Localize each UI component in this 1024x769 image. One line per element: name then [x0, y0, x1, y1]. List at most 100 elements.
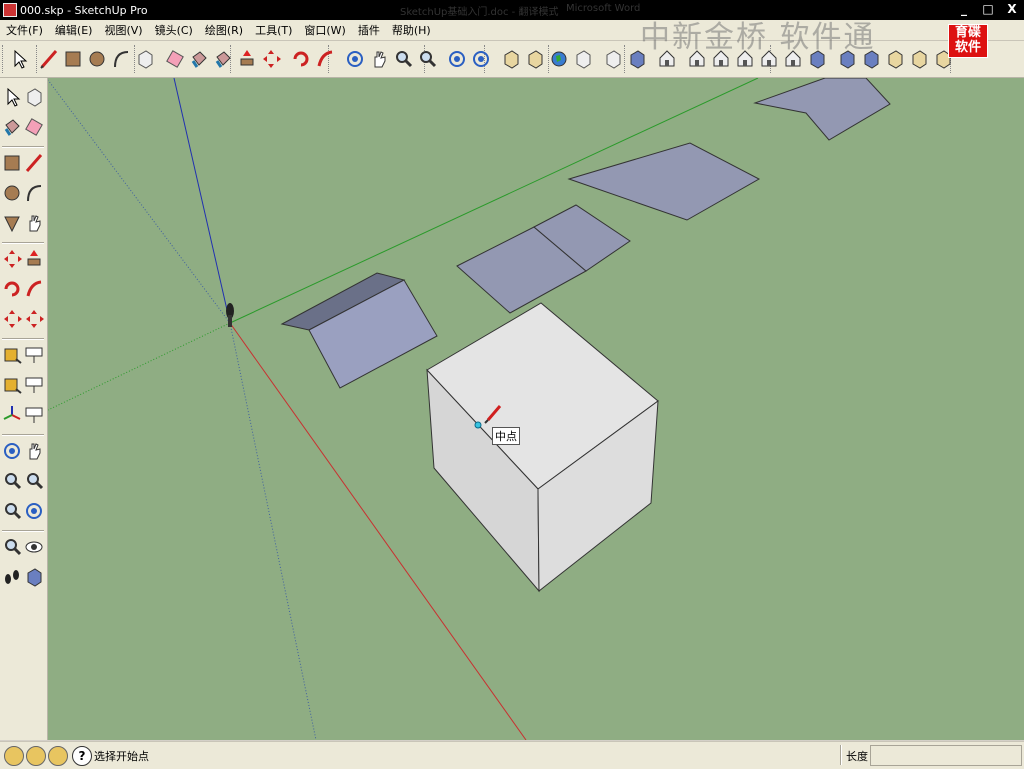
zoom-extents-icon[interactable]: [1, 498, 23, 524]
quad-face[interactable]: [567, 142, 761, 221]
menu-help[interactable]: 帮助(H): [386, 22, 437, 38]
z-axis-solid: [173, 78, 231, 324]
pan-icon[interactable]: [23, 438, 45, 464]
next-view-icon[interactable]: [470, 47, 492, 71]
freehand-icon[interactable]: [23, 210, 45, 236]
window-title: 000.skp - SketchUp Pro: [20, 3, 148, 17]
eraser-icon[interactable]: [23, 114, 45, 140]
scene-canvas[interactable]: [48, 78, 1024, 740]
watermark-text: 中新金桥 软件通: [640, 20, 876, 55]
move-icon[interactable]: [1, 246, 23, 272]
section-plane-icon[interactable]: [23, 564, 45, 590]
look-around-icon[interactable]: [23, 534, 45, 560]
close-button[interactable]: X: [1000, 0, 1024, 20]
status-hint: 选择开始点: [94, 750, 149, 763]
push-pull-icon[interactable]: [23, 246, 45, 272]
pentagon-face[interactable]: [753, 78, 891, 141]
paint-bucket-alt-icon[interactable]: [212, 47, 234, 71]
watermark-logo: 育碟软件: [948, 24, 988, 58]
make-component-icon[interactable]: [23, 84, 45, 110]
menu-tools[interactable]: 工具(T): [249, 22, 298, 38]
large-tool-set-toolbar: [0, 78, 48, 740]
menu-window[interactable]: 窗口(W): [298, 22, 351, 38]
menu-plugins[interactable]: 插件: [352, 22, 386, 38]
previous-icon[interactable]: [23, 498, 45, 524]
zoom-icon[interactable]: [392, 47, 414, 71]
minimize-button[interactable]: _: [952, 0, 976, 20]
pencil-icon[interactable]: [38, 47, 60, 71]
toolbar-grip[interactable]: [2, 45, 6, 73]
arc-icon[interactable]: [110, 47, 132, 71]
earth-icon[interactable]: [548, 47, 570, 71]
pan-hand-icon[interactable]: [368, 47, 390, 71]
follow-me-icon[interactable]: [314, 47, 336, 71]
select-arrow-icon[interactable]: [8, 47, 30, 71]
line-icon[interactable]: [23, 150, 45, 176]
tape-measure-icon[interactable]: [1, 342, 23, 368]
paint-bucket-icon[interactable]: [1, 114, 23, 140]
menu-edit[interactable]: 编辑(E): [49, 22, 99, 38]
menu-draw[interactable]: 绘图(R): [199, 22, 249, 38]
zoom-window-icon[interactable]: [23, 468, 45, 494]
help-icon[interactable]: ?: [72, 746, 92, 766]
axes-icon[interactable]: [1, 402, 23, 428]
make-component-icon[interactable]: [134, 47, 156, 71]
menu-camera[interactable]: 镜头(C): [149, 22, 199, 38]
circle-icon[interactable]: [86, 47, 108, 71]
toolbar-separator: [2, 530, 44, 532]
previous-view-icon[interactable]: [446, 47, 468, 71]
protractor-icon[interactable]: [1, 372, 23, 398]
background-tab-2[interactable]: Microsoft Word: [566, 3, 640, 14]
move-icon[interactable]: [260, 47, 282, 71]
dimension-icon[interactable]: [23, 342, 45, 368]
walk-icon[interactable]: [1, 564, 23, 590]
rotate-icon[interactable]: [1, 276, 23, 302]
inference-tooltip: 中点: [492, 427, 520, 445]
roof-face-shape[interactable]: [280, 272, 438, 389]
select-icon[interactable]: [1, 84, 23, 110]
orbit-icon[interactable]: [344, 47, 366, 71]
rectangle-icon[interactable]: [1, 150, 23, 176]
offset-icon[interactable]: [23, 306, 45, 332]
menu-view[interactable]: 视图(V): [98, 22, 148, 38]
toolbar-separator: [2, 434, 44, 436]
orbit-icon[interactable]: [1, 438, 23, 464]
component-up-icon[interactable]: [572, 47, 594, 71]
3d-text-icon[interactable]: [23, 402, 45, 428]
sketchup-app-icon: [3, 3, 17, 17]
polygon-icon[interactable]: [1, 210, 23, 236]
toolbar-separator: [2, 242, 44, 244]
circle-icon[interactable]: [1, 180, 23, 206]
push-pull-icon[interactable]: [236, 47, 258, 71]
person-figure: [226, 303, 234, 327]
shaded-icon[interactable]: [884, 47, 906, 71]
user-icon[interactable]: [48, 746, 68, 766]
zoom-icon[interactable]: [1, 468, 23, 494]
status-bar: ? 选择开始点 长度: [0, 741, 1024, 769]
cube-model[interactable]: [426, 302, 659, 593]
z-axis-dotted: [229, 322, 317, 740]
arc-icon[interactable]: [23, 180, 45, 206]
shaded-textures-icon[interactable]: [908, 47, 930, 71]
eraser-icon[interactable]: [164, 47, 186, 71]
position-camera-icon[interactable]: [1, 534, 23, 560]
maximize-button[interactable]: □: [976, 0, 1000, 20]
component-down-icon[interactable]: [602, 47, 624, 71]
drawing-viewport[interactable]: 中点: [48, 78, 1024, 740]
rotate-icon[interactable]: [290, 47, 312, 71]
scale-icon[interactable]: [1, 306, 23, 332]
paint-bucket-icon[interactable]: [188, 47, 210, 71]
text-icon[interactable]: [23, 372, 45, 398]
split-rectangle-face[interactable]: [456, 204, 631, 314]
length-input[interactable]: [870, 745, 1022, 766]
zoom-extents-icon[interactable]: [416, 47, 438, 71]
geo-location-icon[interactable]: [4, 746, 24, 766]
get-models-icon[interactable]: [500, 47, 522, 71]
rectangle-icon[interactable]: [62, 47, 84, 71]
menu-file[interactable]: 文件(F): [0, 22, 49, 38]
background-tab-1[interactable]: SketchUp基础入门.doc - 翻译模式: [400, 3, 558, 18]
credits-icon[interactable]: [26, 746, 46, 766]
status-divider: [840, 745, 842, 765]
follow-me-icon[interactable]: [23, 276, 45, 302]
share-model-icon[interactable]: [524, 47, 546, 71]
